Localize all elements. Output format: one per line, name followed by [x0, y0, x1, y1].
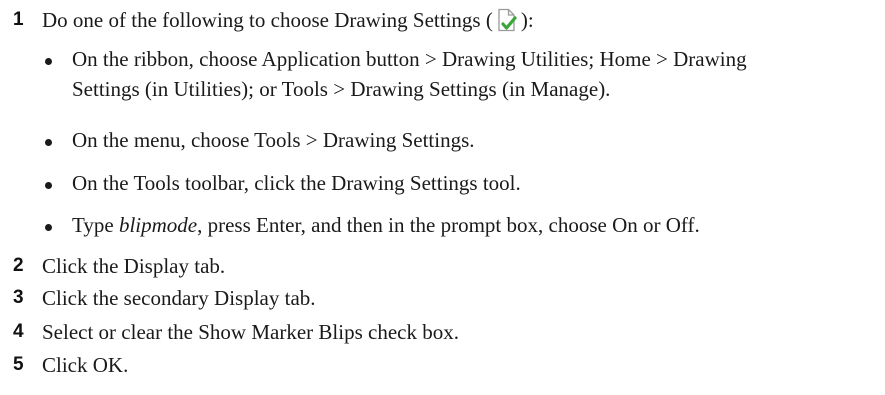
step-text: Click OK.: [42, 353, 129, 377]
step-text-after-icon: ):: [520, 8, 534, 32]
bullet-suffix: , press Enter, and then in the prompt bo…: [197, 213, 700, 237]
step-number: 1: [13, 9, 24, 30]
bullet-dot: [45, 139, 52, 146]
bullet-text: On the Tools toolbar, click the Drawing …: [72, 171, 521, 195]
bullet-text: Type blipmode, press Enter, and then in …: [72, 210, 872, 240]
bullet-dot: [45, 224, 52, 231]
bullet-command: Type blipmode, press Enter, and then in …: [0, 210, 885, 240]
step-text: Click the Display tab.: [42, 254, 226, 278]
step-number: 5: [13, 354, 24, 375]
bullet-dot: [45, 58, 52, 65]
step-1: 1 Do one of the following to choose Draw…: [0, 5, 885, 35]
bullet-line: Settings (in Utilities); or Tools > Draw…: [72, 77, 611, 101]
step-text-before-icon: Do one of the following to choose Drawin…: [42, 8, 493, 32]
bullet-menu: On the menu, choose Tools > Drawing Sett…: [0, 125, 885, 155]
drawing-settings-icon: [496, 8, 518, 32]
step-text: Select or clear the Show Marker Blips ch…: [42, 320, 459, 344]
bullet-dot: [45, 182, 52, 189]
step-number: 3: [13, 287, 24, 308]
step-5: 5 Click OK.: [0, 350, 885, 380]
instruction-document: 1 Do one of the following to choose Draw…: [0, 0, 885, 395]
command-name: blipmode: [118, 213, 198, 237]
bullet-toolbar: On the Tools toolbar, click the Drawing …: [0, 168, 885, 198]
step-3: 3 Click the secondary Display tab.: [0, 283, 885, 313]
step-4: 4 Select or clear the Show Marker Blips …: [0, 317, 885, 347]
step-number: 4: [13, 321, 24, 342]
step-number: 2: [13, 255, 24, 276]
bullet-ribbon: On the ribbon, choose Application button…: [0, 44, 885, 106]
step-text: Click the secondary Display tab.: [42, 286, 316, 310]
bullet-line: On the ribbon, choose Application button…: [72, 47, 747, 71]
step-text: Do one of the following to choose Drawin…: [42, 5, 534, 35]
step-2: 2 Click the Display tab.: [0, 251, 885, 281]
bullet-text: On the menu, choose Tools > Drawing Sett…: [72, 128, 475, 152]
bullet-prefix: Type: [72, 213, 119, 237]
bullet-text: On the ribbon, choose Application button…: [72, 44, 872, 104]
